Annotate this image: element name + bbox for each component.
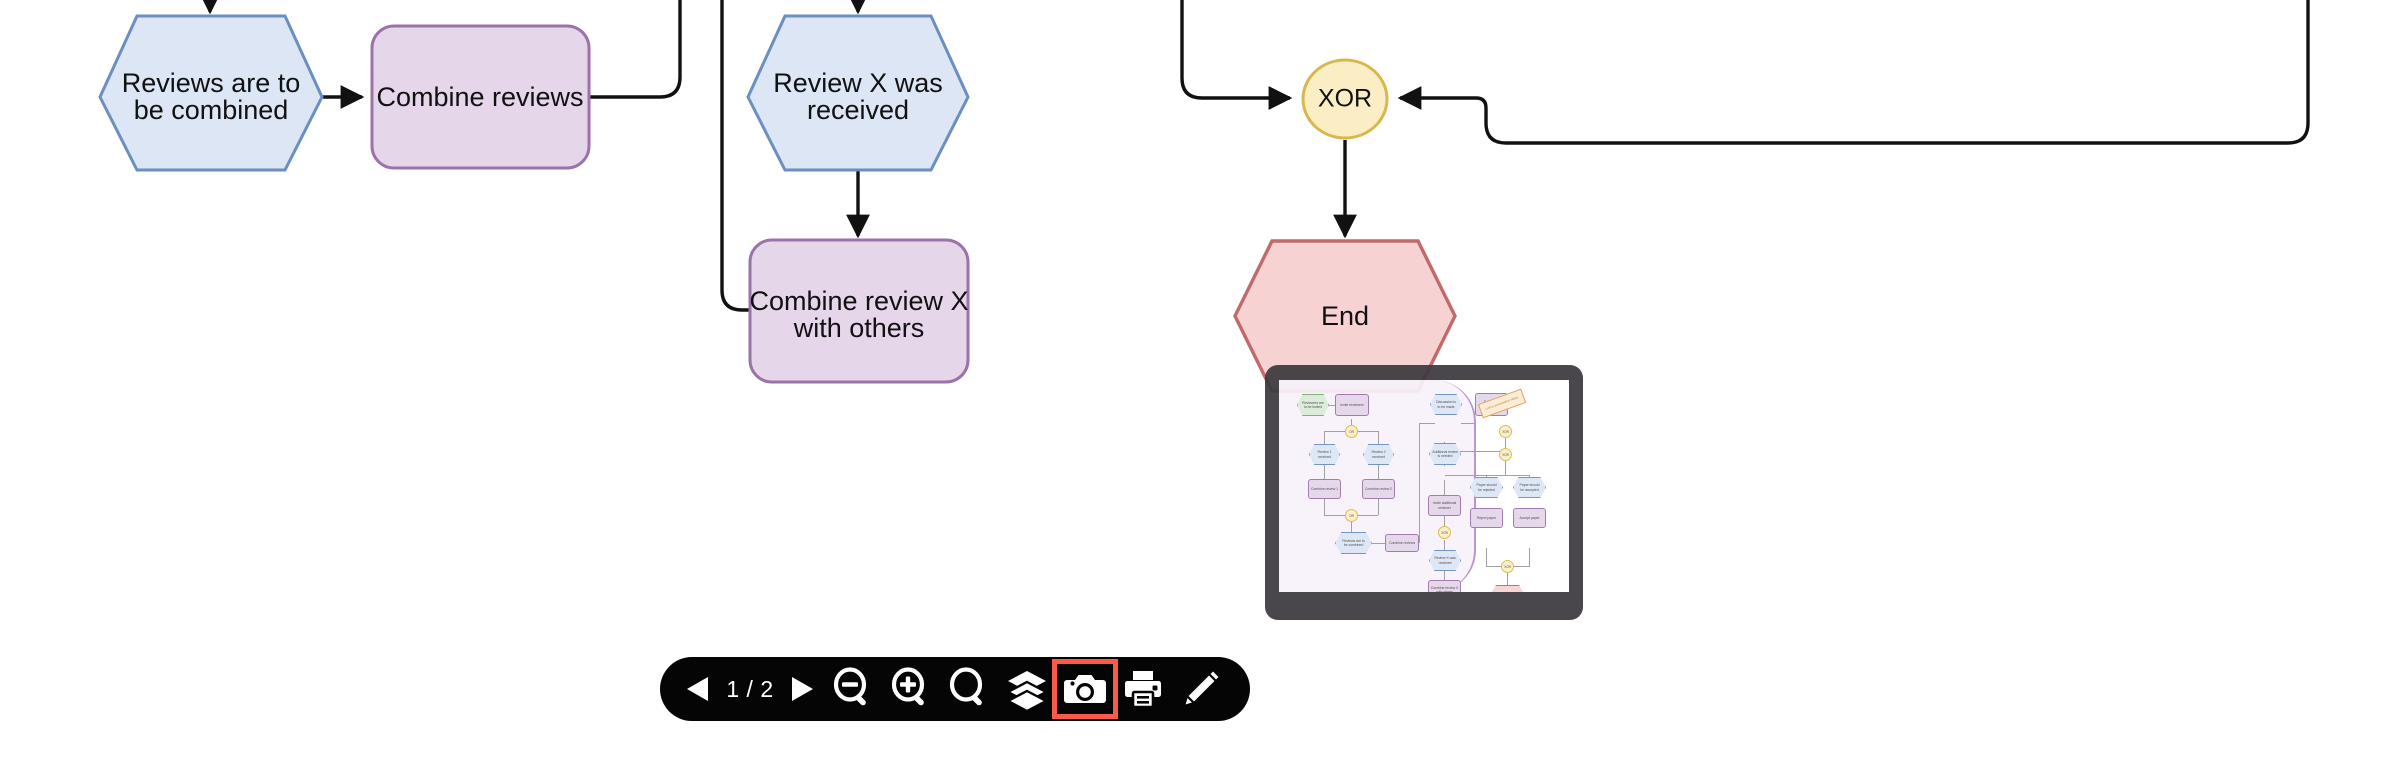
mini-node: OR [1345, 509, 1358, 522]
mini-edge [1324, 465, 1325, 480]
edge-right-to-xor [1397, 0, 2310, 145]
screenshot-preview-overlay[interactable]: Reviewers are to be invited Invite review… [1265, 365, 1583, 620]
node-label: XOR [1318, 85, 1372, 113]
node-label-line1: Review X was [773, 68, 943, 98]
mini-node: Paper should be rejected [1470, 477, 1503, 498]
next-page-icon [792, 677, 813, 701]
flowchart-diagram: Reviews are to be combined Combine revie… [0, 0, 2398, 764]
mini-node: Invite reviewers [1335, 394, 1369, 416]
preview-canvas: Reviewers are to be invited Invite review… [1279, 380, 1569, 592]
mini-node: OR [1345, 425, 1358, 438]
reset-zoom-button[interactable] [940, 663, 998, 715]
mini-edge [1486, 475, 1530, 476]
node-label: Combine reviews [376, 82, 583, 112]
node-xor-gateway[interactable]: XOR [1301, 58, 1389, 140]
zoom-in-icon [891, 667, 925, 706]
node-label-line2: with others [793, 313, 925, 343]
previous-page-icon [687, 677, 708, 701]
mini-node: Review 1 received [1309, 444, 1340, 465]
node-label-line1: Combine review X [749, 286, 968, 316]
edge-combine-reviews-out [589, 0, 682, 99]
mini-edge [1378, 498, 1379, 515]
edge-left-to-xor [1180, 0, 1293, 110]
mini-node: XOR [1501, 560, 1514, 573]
screenshot-button[interactable] [1052, 659, 1118, 719]
mini-node: XOR [1499, 448, 1512, 461]
mini-node: Combine review Xwith others [1428, 580, 1461, 592]
mini-node: Combine reviews [1385, 534, 1419, 552]
edge-left-routing-combine-x [720, 0, 752, 312]
zoom-out-icon [833, 667, 867, 706]
print-button[interactable] [1114, 663, 1172, 715]
pencil-icon [1182, 668, 1222, 708]
layers-button[interactable] [998, 663, 1056, 715]
previous-page-button[interactable] [676, 663, 720, 715]
mini-node: Reviews are to be combined [1335, 532, 1372, 554]
viewer-canvas: Reviews are to be combined Combine revie… [0, 0, 2398, 764]
mini-node: Review X was received [1429, 550, 1461, 571]
mini-edge [1351, 520, 1352, 534]
mini-edge [1486, 548, 1487, 566]
zoom-in-button[interactable] [882, 663, 940, 715]
mini-edge [1419, 423, 1435, 424]
node-label-line2: be combined [134, 95, 289, 125]
camera-icon [1064, 675, 1106, 703]
mini-node: Paper should be accepted [1513, 477, 1546, 498]
node-review-x-was-received[interactable]: Review X was received [746, 14, 970, 172]
node-label-line2: received [807, 95, 909, 125]
mini-node: Review 2 received [1363, 444, 1394, 465]
mini-edge [1372, 543, 1385, 544]
node-reviews-are-to-be-combined[interactable]: Reviews are to be combined [98, 14, 324, 172]
mini-edge [1324, 498, 1325, 515]
viewer-toolbar: 1 / 2 [660, 657, 1250, 721]
node-label: End [1321, 301, 1369, 331]
mini-node: Accept paper [1513, 508, 1546, 528]
node-combine-reviews[interactable]: Combine reviews [370, 24, 591, 170]
mini-node: XOR [1438, 526, 1451, 539]
mini-edge [1461, 423, 1475, 424]
page-indicator: 1 / 2 [726, 675, 774, 702]
mini-node: Combine review 1 [1308, 479, 1341, 499]
zoom-out-button[interactable] [824, 663, 882, 715]
printer-icon [1125, 671, 1161, 709]
mini-node: Reject paper [1470, 508, 1503, 528]
node-label-line1: Reviews are to [122, 68, 301, 98]
layers-icon [1005, 671, 1049, 711]
node-combine-review-x-with-others[interactable]: Combine review X with others [748, 238, 970, 384]
mini-node: End [1490, 585, 1525, 592]
mini-edge [1507, 572, 1508, 586]
magnifier-icon [949, 667, 983, 706]
edit-button[interactable] [1172, 663, 1230, 715]
next-page-button[interactable] [780, 663, 824, 715]
mini-node: Reviewers are to be invited [1297, 394, 1329, 416]
mini-node: Combine review 2 [1362, 479, 1395, 499]
mini-edge [1378, 465, 1379, 480]
mini-node: Invite additional reviewer [1428, 495, 1461, 516]
mini-node: Discussion is to be made [1430, 394, 1462, 415]
mini-edge [1419, 423, 1420, 543]
mini-node: XOR [1499, 425, 1512, 438]
mini-edge [1529, 548, 1530, 566]
mini-node: Additional review is needed [1429, 443, 1461, 465]
